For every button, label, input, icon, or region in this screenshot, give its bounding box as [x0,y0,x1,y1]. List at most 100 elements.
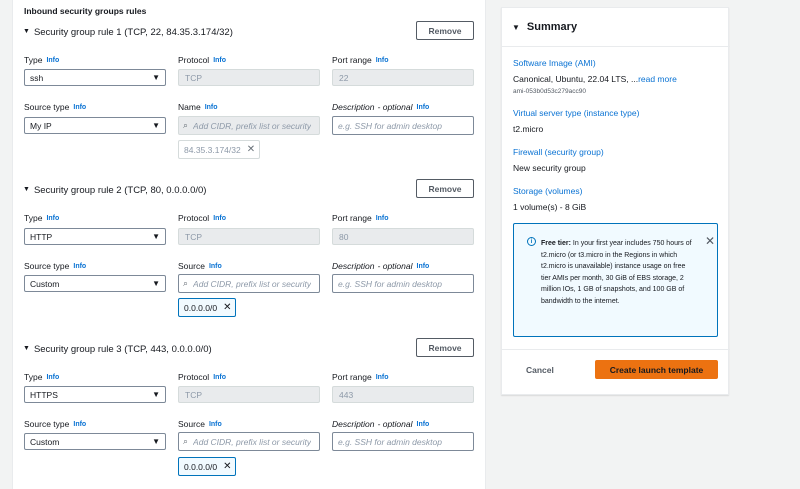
inbound-rules-panel: Inbound security groups rules ▼ Security… [12,0,486,489]
caret-down-icon[interactable]: ▼ [23,186,30,193]
port-range-label: Port range Info [332,213,389,223]
caret-down-icon[interactable]: ▼ [23,345,30,352]
cidr-search-input: ⌕ Add CIDR, prefix list or security [178,116,320,135]
search-icon: ⌕ [183,120,189,130]
ami-id: ami-053b0d53c279acc90 [513,88,586,95]
type-select[interactable]: HTTPS ▼ [24,386,166,403]
dropdown-arrow-icon: ▼ [152,437,160,446]
summary-title: Summary [526,21,578,33]
dropdown-arrow-icon: ▼ [152,390,160,399]
rule-title: Security group rule 3 (TCP, 443, 0.0.0.0… [33,344,212,355]
cidr-search-input[interactable]: ⌕ Add CIDR, prefix list or security [178,274,320,293]
cancel-button[interactable]: Cancel [526,365,554,375]
type-label: Type Info [24,55,60,65]
port-range-field: 443 [332,386,474,403]
close-icon[interactable]: ✕ [223,302,231,313]
port-range-label: Port range Info [332,55,389,65]
info-link[interactable]: Info [376,215,389,222]
remove-rule-button[interactable]: Remove [416,21,474,40]
instance-type-value: t2.micro [513,124,544,134]
summary-panel: ▼ Summary Software Image (AMI) Canonical… [501,7,730,395]
close-icon: ✕ [246,144,256,155]
description-input[interactable]: e.g. SSH for admin desktop [332,432,474,451]
protocol-field: TCP [178,228,320,245]
protocol-label: Protocol Info [178,372,227,382]
info-link[interactable]: Info [46,215,59,222]
info-link[interactable]: Info [209,263,222,270]
info-link[interactable]: Info [73,421,86,428]
dropdown-arrow-icon: ▼ [152,73,160,82]
type-select[interactable]: HTTP ▼ [24,228,166,245]
dropdown-arrow-icon: ▼ [152,232,160,241]
port-range-field: 80 [332,228,474,245]
divider [502,46,730,47]
type-select[interactable]: ssh ▼ [24,69,166,86]
info-link[interactable]: Info [417,421,430,428]
ami-link[interactable]: Software Image (AMI) [513,58,596,68]
info-link[interactable]: Info [376,57,389,64]
firewall-link[interactable]: Firewall (security group) [513,147,604,157]
info-link[interactable]: Info [417,263,430,270]
port-range-label: Port range Info [332,372,389,382]
port-range-field: 22 [332,69,474,86]
cidr-token: 0.0.0.0/0 ✕ [178,298,237,317]
info-link[interactable]: Info [209,421,222,428]
description-label: Description - optional Info [332,419,430,429]
rule-header[interactable]: ▼ Security group rule 3 (TCP, 443, 0.0.0… [23,344,212,355]
cidr-token: 0.0.0.0/0 ✕ [178,457,237,476]
info-link[interactable]: Info [213,374,226,381]
storage-link[interactable]: Storage (volumes) [513,186,582,196]
remove-rule-button[interactable]: Remove [416,179,474,198]
rule-header[interactable]: ▼ Security group rule 1 (TCP, 22, 84.35.… [23,27,233,38]
firewall-value: New security group [513,163,586,173]
info-link[interactable]: Info [73,263,86,270]
search-icon: ⌕ [183,436,189,446]
security-group-rule-2: ▼ Security group rule 2 (TCP, 80, 0.0.0.… [13,179,487,345]
info-link[interactable]: Info [376,374,389,381]
source-type-select[interactable]: My IP ▼ [24,117,166,134]
type-label: Type Info [24,213,60,223]
type-label: Type Info [24,372,60,382]
source-label: Source Info [178,419,222,429]
description-input[interactable]: e.g. SSH for admin desktop [332,116,474,135]
free-tier-alert: i Free tier: In your first year includes… [513,223,718,337]
source-type-label: Source type Info [24,261,87,271]
rule-header[interactable]: ▼ Security group rule 2 (TCP, 80, 0.0.0.… [23,185,206,196]
protocol-label: Protocol Info [178,213,227,223]
info-link[interactable]: Info [73,104,86,111]
description-label: Description - optional Info [332,261,430,271]
description-input[interactable]: e.g. SSH for admin desktop [332,274,474,293]
rule-title: Security group rule 1 (TCP, 22, 84.35.3.… [33,27,233,38]
source-type-select[interactable]: Custom ▼ [24,433,166,450]
read-more-link[interactable]: read more [638,74,677,84]
summary-header[interactable]: ▼ Summary [512,21,577,33]
info-link[interactable]: Info [417,104,430,111]
info-link[interactable]: Info [213,57,226,64]
source-type-select[interactable]: Custom ▼ [24,275,166,292]
cidr-token: 84.35.3.174/32 ✕ [178,140,261,159]
source-type-label: Source type Info [24,419,87,429]
description-label: Description - optional Info [332,102,430,112]
caret-down-icon[interactable]: ▼ [512,23,520,32]
caret-down-icon[interactable]: ▼ [23,28,30,35]
dropdown-arrow-icon: ▼ [152,121,160,130]
info-icon: i [527,237,536,246]
info-link[interactable]: Info [46,57,59,64]
source-label: Source Info [178,261,222,271]
cidr-search-input[interactable]: ⌕ Add CIDR, prefix list or security [178,432,320,451]
close-icon[interactable]: ✕ [223,461,231,472]
close-icon[interactable]: ✕ [705,234,715,248]
info-link[interactable]: Info [205,104,218,111]
create-launch-template-button[interactable]: Create launch template [595,360,718,379]
rule-title: Security group rule 2 (TCP, 80, 0.0.0.0/… [33,185,207,196]
protocol-label: Protocol Info [178,55,227,65]
remove-rule-button[interactable]: Remove [416,338,474,357]
divider [502,349,730,350]
info-link[interactable]: Info [46,374,59,381]
section-title: Inbound security groups rules [24,6,147,16]
dropdown-arrow-icon: ▼ [152,279,160,288]
instance-type-link[interactable]: Virtual server type (instance type) [513,108,639,118]
info-link[interactable]: Info [213,215,226,222]
ami-value: Canonical, Ubuntu, 22.04 LTS, ...read mo… [513,74,677,84]
source-type-label: Source type Info [24,102,87,112]
